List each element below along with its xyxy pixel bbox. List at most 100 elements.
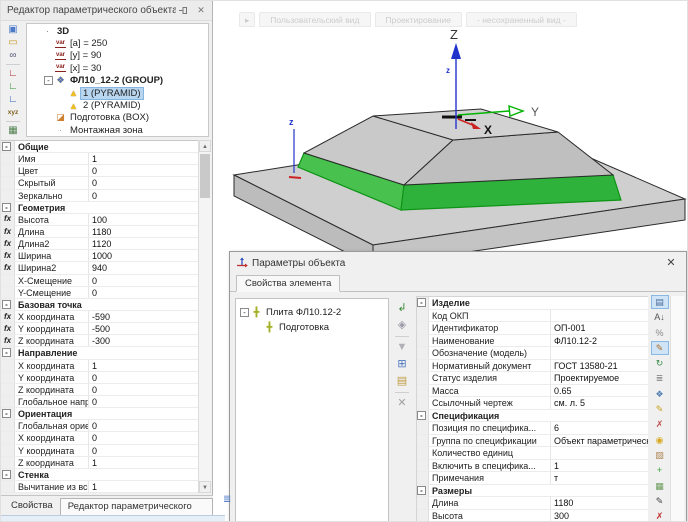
property-value[interactable]: -300 [89,335,199,346]
property-group-row[interactable]: -Направление [1,347,199,359]
property-group-row[interactable]: -Размеры [417,485,648,498]
property-value[interactable]: т [551,472,648,484]
property-value[interactable] [551,447,648,459]
property-row[interactable]: ИдентификаторОП-001 [417,322,648,335]
property-row[interactable]: Y координата0 [1,372,199,384]
add-new-icon[interactable]: + [652,464,668,476]
property-value[interactable]: 100 [89,214,199,225]
property-value[interactable]: Объект параметрический [551,435,648,447]
property-group-row[interactable]: -Общие [1,141,199,153]
view-tab[interactable]: - несохраненный вид - [466,12,577,27]
property-row[interactable]: fxВысота100 [1,214,199,226]
property-value[interactable]: 1 [551,460,648,472]
edit-form-icon[interactable]: ✎ [652,495,668,507]
grid-scrollbar[interactable]: ▲ ▼ [198,140,211,493]
property-row[interactable]: X координата1 [1,360,199,372]
property-row[interactable]: Группа по спецификацииОбъект параметриче… [417,435,648,448]
tree-item[interactable]: -❖ФЛ10_12-2 (GROUP) [27,75,208,87]
property-value[interactable]: 0 [89,445,199,456]
property-row[interactable]: fxШирина1000 [1,250,199,262]
tree-expander[interactable]: - [44,76,53,85]
axis-y-icon[interactable]: ∟ [5,80,21,93]
property-row[interactable]: Обозначение (модель) [417,347,648,360]
edit-note-icon[interactable]: ✎ [652,403,668,415]
property-value[interactable]: 0 [89,275,199,286]
property-row[interactable]: Статус изделияПроектируемое [417,372,648,385]
panel-tab[interactable]: Редактор параметрического объекта [60,498,213,515]
property-row[interactable]: Глобальное направ...0 [1,396,199,408]
property-value[interactable]: 1 [89,481,199,492]
categorized-view-icon[interactable]: ▤ [652,296,668,308]
property-row[interactable]: Включить в специфика...1 [417,460,648,473]
tab-element-properties[interactable]: Свойства элемента [236,275,340,292]
tree-item[interactable]: var[a] = 250 [27,37,208,49]
tree-item[interactable]: var[y] = 90 [27,50,208,62]
collapse-icon[interactable]: - [1,141,15,152]
property-value[interactable]: 0 [89,432,199,443]
property-row[interactable]: fxX координата-590 [1,311,199,323]
property-group-row[interactable]: -Геометрия [1,202,199,214]
scrollbar-thumb[interactable] [200,154,210,198]
dialog-titlebar[interactable]: Параметры объекта ✕ [230,252,686,274]
property-value[interactable]: 6 [551,422,648,434]
property-row[interactable]: Y-Смещение0 [1,287,199,299]
property-row[interactable]: Скрытый0 [1,177,199,189]
property-row[interactable]: fxДлина1180 [1,226,199,238]
percent-icon[interactable]: % [652,327,668,339]
property-row[interactable]: Примечаният [417,472,648,485]
scroll-down-icon[interactable]: ▼ [199,481,211,493]
key-icon[interactable]: ❖ [652,388,668,400]
collapse-icon[interactable]: - [1,202,15,213]
property-value[interactable]: 0.65 [551,385,648,397]
property-row[interactable]: Y координата0 [1,445,199,457]
property-row[interactable]: Глобальная ориент...0 [1,420,199,432]
property-value[interactable]: 1000 [89,250,199,261]
dialog-close-icon[interactable]: ✕ [664,256,678,269]
property-value[interactable]: 1 [89,360,199,371]
pin-icon[interactable] [176,4,190,18]
property-value[interactable]: 0 [89,287,199,298]
dock-icon[interactable]: ≣ [223,494,231,505]
property-value[interactable]: ГОСТ 13580-21 [551,360,648,372]
axis-z-icon[interactable]: ∟ [5,93,21,106]
property-value[interactable]: 940 [89,262,199,273]
property-row[interactable]: Z координата1 [1,457,199,469]
paste-icon[interactable]: ▤ [394,373,410,390]
table-icon[interactable]: ▦ [652,480,668,492]
axes-xyz-icon[interactable]: xyz [5,106,21,119]
property-value[interactable]: 0 [89,384,199,395]
property-group-row[interactable]: -Стенка [1,469,199,481]
property-value[interactable]: ФЛ10.12-2 [551,335,648,347]
property-value[interactable]: 1 [89,153,199,164]
tree-item[interactable]: ╋Подготовка [236,320,388,335]
property-value[interactable]: 0 [89,165,199,176]
property-group-row[interactable]: -Базовая точка [1,299,199,311]
property-row[interactable]: Имя1 [1,153,199,165]
tree-item[interactable]: ·Монтажная зона [27,124,208,136]
tree-item[interactable]: -╋Плита ФЛ10.12-2 [236,305,388,320]
delete-icon[interactable]: ✕ [394,395,410,412]
property-group-row[interactable]: -Изделие [417,297,648,310]
filter-icon[interactable]: ▼ [394,339,410,356]
collapse-icon[interactable]: - [417,297,429,309]
render-view-icon[interactable]: ▦ [5,124,21,137]
copy-icon[interactable]: ⊞ [394,356,410,373]
collapse-icon[interactable]: - [1,408,15,419]
property-row[interactable]: Высота300 [417,510,648,522]
property-value[interactable]: 0 [89,177,199,188]
property-value[interactable]: Проектируемое [551,372,648,384]
edit-values-icon[interactable]: ✎ [652,342,668,354]
property-row[interactable]: Масса0.65 [417,385,648,398]
selection-frame-icon[interactable]: ▣ [5,23,21,36]
property-row[interactable]: Ссылочный чертежсм. л. 5 [417,397,648,410]
property-row[interactable]: Позиция по специфика...6 [417,422,648,435]
property-value[interactable]: см. л. 5 [551,397,648,409]
material-icon[interactable]: ◈ [394,317,410,334]
tree-item[interactable]: ▲1 (PYRAMID) [27,87,208,99]
view-tab[interactable]: Пользовательский вид [259,12,370,27]
axis-x-icon[interactable]: ∟ [5,67,21,80]
tree-item[interactable]: ·3D [27,25,208,37]
property-row[interactable]: fxДлина21120 [1,238,199,250]
property-row[interactable]: Длина1180 [417,497,648,510]
property-row[interactable]: fxШирина2940 [1,262,199,274]
